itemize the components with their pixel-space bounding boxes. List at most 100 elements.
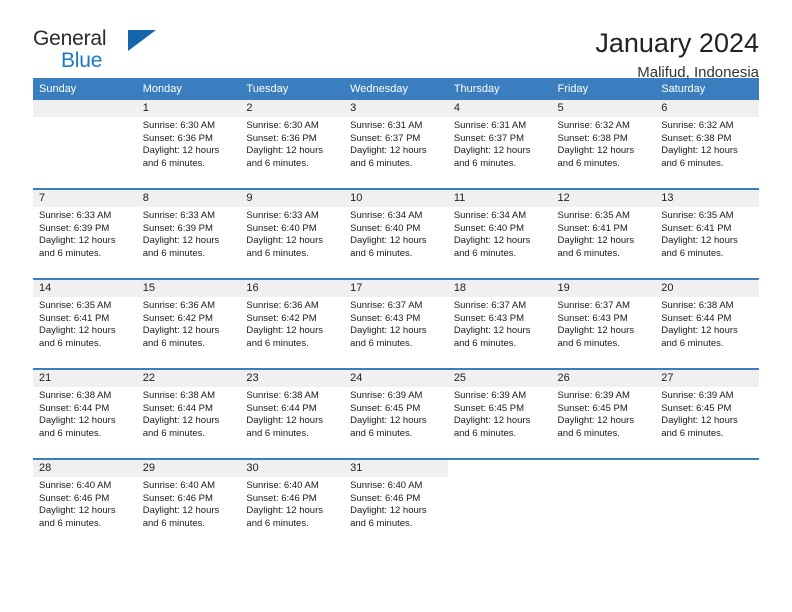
day-info-sunset: Sunset: 6:41 PM <box>661 222 732 234</box>
brand-logo[interactable]: General Blue <box>33 27 163 75</box>
day-info-sunrise: Sunrise: 6:31 AM <box>453 120 527 131</box>
day-cell-13[interactable]: 13 Sunrise: 6:35 AM Sunset: 6:41 PM Dayligh… <box>655 190 759 278</box>
calendar-cell: 17 Sunrise: 6:37 AM Sunset: 6:43 PM Dayligh… <box>344 278 448 369</box>
day-cell-17[interactable]: 17 Sunrise: 6:37 AM Sunset: 6:43 PM Dayligh… <box>344 280 448 368</box>
day-info-daylight2: and 6 minutes. <box>557 337 620 349</box>
day-number: 24 <box>344 370 448 387</box>
day-info-daylight1: Daylight: 12 hours <box>350 415 427 427</box>
day-info-sunrise: Sunrise: 6:35 AM <box>557 210 630 221</box>
day-info-daylight2: and 6 minutes. <box>557 427 620 439</box>
day-info: Sunrise: 6:40 AM Sunset: 6:46 PM Daylight:… <box>33 477 137 530</box>
calendar-cell <box>655 458 759 548</box>
day-number: 1 <box>136 100 241 117</box>
day-info-daylight1: Daylight: 12 hours <box>39 235 116 247</box>
weekday-header-sunday: Sunday <box>33 78 137 100</box>
day-info-sunrise: Sunrise: 6:35 AM <box>661 210 734 221</box>
day-number: 11 <box>447 190 552 207</box>
day-info-daylight1: Daylight: 12 hours <box>142 505 220 517</box>
day-number: 2 <box>240 100 345 117</box>
day-cell-8[interactable]: 8 Sunrise: 6:33 AM Sunset: 6:39 PM Daylight… <box>136 190 241 278</box>
day-info-daylight1: Daylight: 12 hours <box>557 235 635 247</box>
day-cell-1[interactable]: 1 Sunrise: 6:30 AM Sunset: 6:36 PM Daylight… <box>136 100 241 188</box>
day-cell-27[interactable]: 27 Sunrise: 6:39 AM Sunset: 6:45 PM Dayligh… <box>655 370 759 458</box>
calendar-cell: 27 Sunrise: 6:39 AM Sunset: 6:45 PM Dayligh… <box>655 368 759 459</box>
day-cell-22[interactable]: 22 Sunrise: 6:38 AM Sunset: 6:44 PM Dayligh… <box>136 370 241 458</box>
day-cell-21[interactable]: 21 Sunrise: 6:38 AM Sunset: 6:44 PM Dayligh… <box>33 370 137 458</box>
day-cell-23[interactable]: 23 Sunrise: 6:38 AM Sunset: 6:44 PM Dayligh… <box>240 370 345 458</box>
day-info: Sunrise: 6:38 AM Sunset: 6:44 PM Daylight:… <box>33 387 137 440</box>
day-info-daylight1: Daylight: 12 hours <box>246 235 323 247</box>
day-cell-30[interactable]: 30 Sunrise: 6:40 AM Sunset: 6:46 PM Dayligh… <box>240 460 345 548</box>
day-info-daylight2: and 6 minutes. <box>661 247 724 259</box>
day-info-sunset: Sunset: 6:37 PM <box>350 132 421 144</box>
day-cell-2[interactable]: 2 Sunrise: 6:30 AM Sunset: 6:36 PM Daylight… <box>240 100 345 188</box>
day-cell-24[interactable]: 24 Sunrise: 6:39 AM Sunset: 6:45 PM Dayligh… <box>344 370 448 458</box>
day-number: 6 <box>655 100 759 117</box>
day-info-sunset: Sunset: 6:43 PM <box>557 312 628 324</box>
day-info-sunrise: Sunrise: 6:39 AM <box>557 390 630 401</box>
day-cell-5[interactable]: 5 Sunrise: 6:32 AM Sunset: 6:38 PM Daylight… <box>551 100 656 188</box>
day-cell-10[interactable]: 10 Sunrise: 6:34 AM Sunset: 6:40 PM Dayligh… <box>344 190 448 278</box>
day-info-daylight2: and 6 minutes. <box>350 247 413 259</box>
day-info-daylight1: Daylight: 12 hours <box>39 325 116 337</box>
day-info: Sunrise: 6:30 AM Sunset: 6:36 PM Daylight:… <box>137 117 241 170</box>
calendar-cell: 11 Sunrise: 6:34 AM Sunset: 6:40 PM Dayligh… <box>447 188 552 279</box>
day-info-sunrise: Sunrise: 6:39 AM <box>661 390 734 401</box>
day-info-sunset: Sunset: 6:42 PM <box>246 312 317 324</box>
day-info-daylight2: and 6 minutes. <box>39 247 102 259</box>
calendar-cell: 13 Sunrise: 6:35 AM Sunset: 6:41 PM Dayligh… <box>655 188 759 279</box>
day-cell-26[interactable]: 26 Sunrise: 6:39 AM Sunset: 6:45 PM Dayligh… <box>551 370 656 458</box>
day-cell-16[interactable]: 16 Sunrise: 6:36 AM Sunset: 6:42 PM Dayligh… <box>240 280 345 368</box>
day-info-daylight1: Daylight: 12 hours <box>557 415 635 427</box>
day-cell-14[interactable]: 14 Sunrise: 6:35 AM Sunset: 6:41 PM Dayligh… <box>33 280 137 368</box>
day-info: Sunrise: 6:33 AM Sunset: 6:40 PM Daylight:… <box>240 207 344 260</box>
day-info-daylight2: and 6 minutes. <box>453 247 517 259</box>
day-number: 17 <box>344 280 448 297</box>
day-number: 10 <box>344 190 448 207</box>
day-info-sunrise: Sunrise: 6:38 AM <box>39 390 112 401</box>
day-cell-28[interactable]: 28 Sunrise: 6:40 AM Sunset: 6:46 PM Dayligh… <box>33 460 137 548</box>
calendar-cell <box>447 458 552 548</box>
day-cell-15[interactable]: 15 Sunrise: 6:36 AM Sunset: 6:42 PM Dayligh… <box>136 280 241 368</box>
calendar-cell: 26 Sunrise: 6:39 AM Sunset: 6:45 PM Dayligh… <box>551 368 656 459</box>
day-info-sunset: Sunset: 6:46 PM <box>350 492 421 504</box>
day-number: 22 <box>136 370 241 387</box>
day-info-sunset: Sunset: 6:46 PM <box>246 492 317 504</box>
day-number <box>448 460 552 477</box>
day-number: 8 <box>136 190 241 207</box>
day-cell-6[interactable]: 6 Sunrise: 6:32 AM Sunset: 6:38 PM Daylight… <box>655 100 759 188</box>
day-info-daylight1: Daylight: 12 hours <box>246 145 323 157</box>
day-info: Sunrise: 6:39 AM Sunset: 6:45 PM Daylight:… <box>344 387 448 440</box>
day-info-daylight1: Daylight: 12 hours <box>142 325 220 337</box>
day-cell-11[interactable]: 11 Sunrise: 6:34 AM Sunset: 6:40 PM Dayligh… <box>447 190 552 278</box>
day-info-daylight1: Daylight: 12 hours <box>350 235 427 247</box>
day-cell-20[interactable]: 20 Sunrise: 6:38 AM Sunset: 6:44 PM Dayligh… <box>655 280 759 368</box>
day-cell-19[interactable]: 19 Sunrise: 6:37 AM Sunset: 6:43 PM Dayligh… <box>551 280 656 368</box>
day-info-sunrise: Sunrise: 6:38 AM <box>246 390 319 401</box>
weekday-header-tuesday: Tuesday <box>240 78 345 100</box>
day-info-daylight1: Daylight: 12 hours <box>557 145 635 157</box>
day-cell-9[interactable]: 9 Sunrise: 6:33 AM Sunset: 6:40 PM Daylight… <box>240 190 345 278</box>
day-cell-31[interactable]: 31 Sunrise: 6:40 AM Sunset: 6:46 PM Dayligh… <box>344 460 448 548</box>
day-info-daylight1: Daylight: 12 hours <box>350 145 427 157</box>
day-cell-29[interactable]: 29 Sunrise: 6:40 AM Sunset: 6:46 PM Dayligh… <box>136 460 241 548</box>
day-info-daylight2: and 6 minutes. <box>142 427 206 439</box>
day-info-daylight2: and 6 minutes. <box>661 157 724 169</box>
day-cell-12[interactable]: 12 Sunrise: 6:35 AM Sunset: 6:41 PM Dayligh… <box>551 190 656 278</box>
day-info-sunrise: Sunrise: 6:31 AM <box>350 120 423 131</box>
day-cell-7[interactable]: 7 Sunrise: 6:33 AM Sunset: 6:39 PM Daylight… <box>33 190 137 278</box>
day-cell-3[interactable]: 3 Sunrise: 6:31 AM Sunset: 6:37 PM Daylight… <box>344 100 448 188</box>
day-info: Sunrise: 6:37 AM Sunset: 6:43 PM Daylight:… <box>552 297 656 350</box>
day-number: 4 <box>447 100 552 117</box>
day-cell-25[interactable]: 25 Sunrise: 6:39 AM Sunset: 6:45 PM Dayligh… <box>447 370 552 458</box>
day-info-daylight2: and 6 minutes. <box>350 517 413 529</box>
calendar-cell: 18 Sunrise: 6:37 AM Sunset: 6:43 PM Dayligh… <box>447 278 552 369</box>
day-info-daylight2: and 6 minutes. <box>661 427 724 439</box>
day-info-sunset: Sunset: 6:40 PM <box>453 222 525 234</box>
day-info-sunset: Sunset: 6:39 PM <box>142 222 213 234</box>
calendar-cell: 8 Sunrise: 6:33 AM Sunset: 6:39 PM Daylight… <box>136 188 241 279</box>
day-cell-18[interactable]: 18 Sunrise: 6:37 AM Sunset: 6:43 PM Dayligh… <box>447 280 552 368</box>
day-info-daylight2: and 6 minutes. <box>453 337 517 349</box>
day-cell-4[interactable]: 4 Sunrise: 6:31 AM Sunset: 6:37 PM Daylight… <box>447 100 552 188</box>
day-info-sunrise: Sunrise: 6:40 AM <box>246 480 319 491</box>
